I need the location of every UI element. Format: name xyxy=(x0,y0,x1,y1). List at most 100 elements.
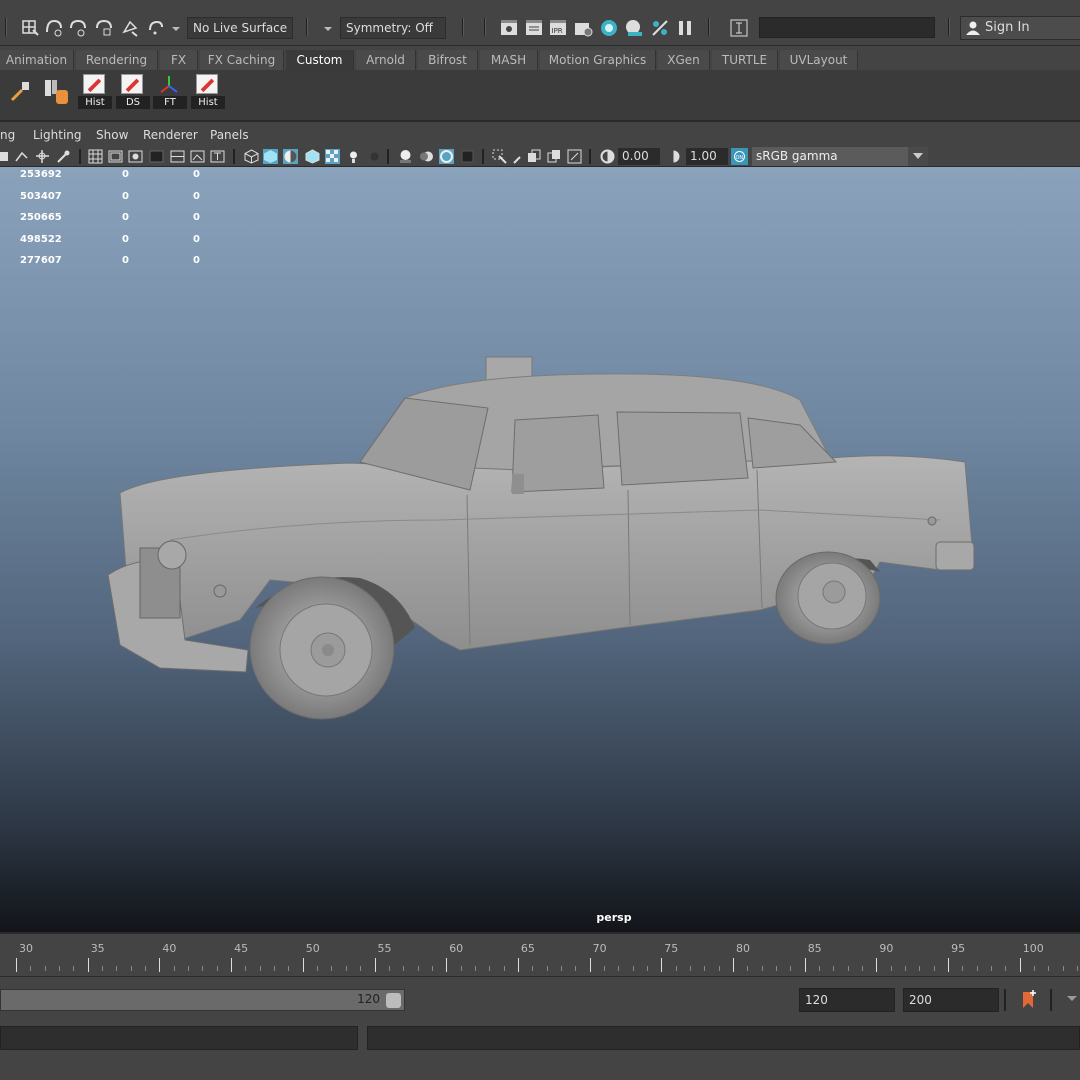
timeline-minor-tick xyxy=(1034,966,1036,971)
viewport-persp[interactable]: 253692 0 0 503407 0 0 250665 0 0 498522 0 0 2776… xyxy=(0,167,1080,932)
timeline-minor-tick xyxy=(403,966,405,971)
sign-in-button[interactable]: Sign In xyxy=(960,16,1080,40)
field-chart-icon[interactable] xyxy=(170,149,185,164)
menu-panels[interactable]: Panels xyxy=(210,128,249,142)
safe-title-icon[interactable] xyxy=(210,149,225,164)
pause-icon[interactable] xyxy=(675,18,695,38)
hist-button-2[interactable]: Hist xyxy=(191,74,225,110)
chevron-down-icon[interactable] xyxy=(322,18,334,38)
wireframe-on-shaded-icon[interactable] xyxy=(305,149,320,164)
range-slider[interactable]: 120 xyxy=(0,989,405,1011)
range-slider-end: 120 xyxy=(357,992,380,1006)
menu-renderer[interactable]: Renderer xyxy=(143,128,198,142)
text-cursor-icon[interactable] xyxy=(729,18,749,38)
exposure-field[interactable]: 0.00 xyxy=(618,148,660,165)
shadows-icon[interactable] xyxy=(367,149,382,164)
timeline-minor-tick xyxy=(216,966,218,971)
timeline-minor-tick xyxy=(130,966,132,971)
menu-lighting[interactable]: Lighting xyxy=(33,128,82,142)
tab-uvlayout[interactable]: UVLayout xyxy=(780,50,858,70)
tab-custom[interactable]: Custom xyxy=(286,50,354,70)
menu-show[interactable]: Show xyxy=(96,128,128,142)
snap-curve-icon[interactable] xyxy=(44,18,64,38)
tab-fx-caching[interactable]: FX Caching xyxy=(200,50,284,70)
timeline-minor-tick xyxy=(388,966,390,971)
tab-fx[interactable]: FX xyxy=(160,50,198,70)
range-slider-handle[interactable] xyxy=(386,993,401,1008)
frame-all-icon[interactable] xyxy=(567,149,582,164)
render-current-frame-icon[interactable] xyxy=(499,18,519,38)
gamma-icon[interactable] xyxy=(666,149,681,164)
timeline-minor-tick xyxy=(173,966,175,971)
bookmark-add-icon[interactable] xyxy=(1020,989,1038,1011)
hist-button[interactable]: Hist xyxy=(78,74,112,110)
snap-grid-icon[interactable] xyxy=(20,18,40,38)
select-camera-icon[interactable] xyxy=(0,149,15,164)
smooth-shade-icon[interactable] xyxy=(263,149,278,164)
chevron-down-icon[interactable] xyxy=(1066,995,1078,1003)
render-settings-icon[interactable] xyxy=(573,18,593,38)
shelf: Hist DS FT Hist xyxy=(0,70,1080,122)
freeze-transform-button[interactable]: FT xyxy=(153,74,187,110)
exposure-icon[interactable] xyxy=(600,149,615,164)
xray-components-icon[interactable] xyxy=(547,149,562,164)
color-management-icon[interactable]: ON xyxy=(731,148,748,165)
delete-history-button[interactable]: DS xyxy=(116,74,150,110)
shelf-menu-icon[interactable] xyxy=(42,76,70,106)
safe-action-icon[interactable] xyxy=(190,149,205,164)
hypershade-icon[interactable] xyxy=(599,18,619,38)
render-view-icon[interactable] xyxy=(624,18,644,38)
anti-aliasing-icon[interactable] xyxy=(439,149,454,164)
snap-point-icon[interactable] xyxy=(68,18,88,38)
lock-camera-icon[interactable] xyxy=(14,149,29,164)
motion-blur-icon[interactable] xyxy=(419,149,434,164)
light-editor-icon[interactable] xyxy=(650,18,670,38)
separator xyxy=(5,18,7,36)
anim-end-field[interactable]: 200 xyxy=(903,988,999,1012)
timeline-tick xyxy=(302,958,304,972)
depth-of-field-icon[interactable] xyxy=(460,149,475,164)
tab-mash[interactable]: MASH xyxy=(480,50,538,70)
resolution-gate-icon[interactable] xyxy=(128,149,143,164)
chevron-down-icon[interactable] xyxy=(170,18,182,38)
grid-icon[interactable] xyxy=(88,149,103,164)
screen-space-ao-icon[interactable] xyxy=(398,149,413,164)
shelf-options-icon[interactable] xyxy=(8,78,34,104)
taxi-model[interactable] xyxy=(0,167,1080,932)
textured-icon[interactable] xyxy=(325,149,340,164)
isolate-select-icon[interactable] xyxy=(492,149,507,164)
live-surface-field[interactable]: No Live Surface xyxy=(187,17,293,39)
xray-icon[interactable] xyxy=(513,149,528,164)
tab-bifrost[interactable]: Bifrost xyxy=(418,50,478,70)
snap-view-icon[interactable] xyxy=(94,18,114,38)
tab-rendering[interactable]: Rendering xyxy=(76,50,158,70)
ipr-render-icon[interactable]: IPR xyxy=(548,18,568,38)
menu-shading[interactable]: ng xyxy=(0,128,15,142)
end-time-field[interactable]: 120 xyxy=(799,988,895,1012)
tab-xgen[interactable]: XGen xyxy=(658,50,710,70)
timeline-tick xyxy=(87,958,89,972)
xray-joints-icon[interactable] xyxy=(527,149,542,164)
tab-motion-graphics[interactable]: Motion Graphics xyxy=(540,50,656,70)
gate-mask-icon[interactable] xyxy=(149,149,164,164)
timeline-tick-label: 70 xyxy=(592,942,607,955)
symmetry-field[interactable]: Symmetry: Off xyxy=(340,17,446,39)
timeline-tick-label: 95 xyxy=(951,942,966,955)
search-input[interactable] xyxy=(759,17,935,38)
color-space-dropdown[interactable]: sRGB gamma xyxy=(752,147,928,166)
bookmark-icon[interactable] xyxy=(56,149,71,164)
tab-animation[interactable]: Animation xyxy=(0,50,74,70)
gamma-field[interactable]: 1.00 xyxy=(686,148,728,165)
command-input[interactable] xyxy=(0,1026,358,1050)
film-gate-icon[interactable] xyxy=(108,149,123,164)
time-slider[interactable]: 30 35 40 45 50 55 60 65 70 75 80 85 90 95 100 xyxy=(0,932,1080,976)
use-all-lights-icon[interactable] xyxy=(346,149,361,164)
tab-arnold[interactable]: Arnold xyxy=(356,50,416,70)
default-material-icon[interactable] xyxy=(283,149,298,164)
render-sequence-icon[interactable] xyxy=(524,18,544,38)
wireframe-icon[interactable] xyxy=(244,149,259,164)
snap-surface-icon[interactable] xyxy=(120,18,140,38)
make-live-icon[interactable] xyxy=(146,18,166,38)
tab-turtle[interactable]: TURTLE xyxy=(712,50,778,70)
camera-attributes-icon[interactable] xyxy=(35,149,50,164)
